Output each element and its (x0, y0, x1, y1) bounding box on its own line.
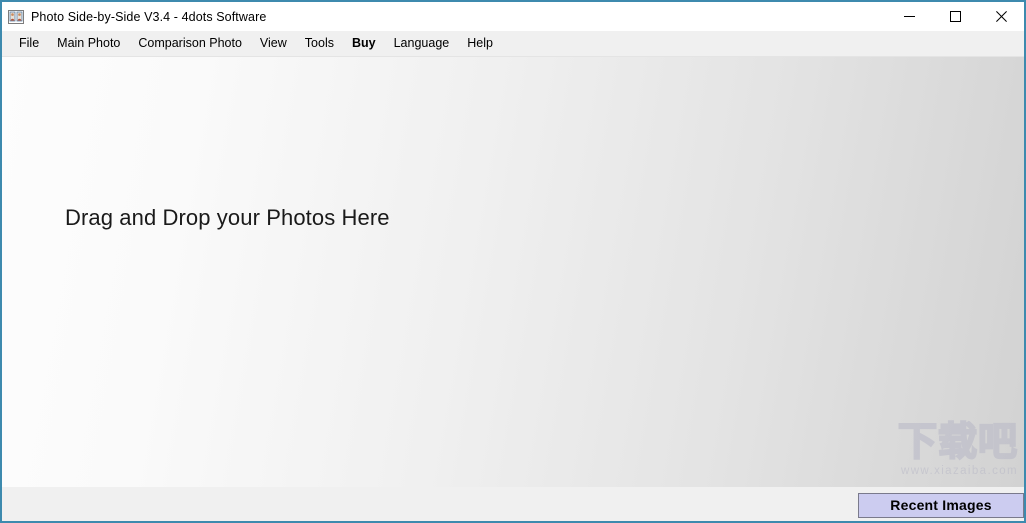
site-watermark: 下载吧 www.xiazaiba.com (856, 420, 1020, 487)
watermark-url-text: www.xiazaiba.com (901, 465, 1018, 477)
photo-drop-area[interactable]: Drag and Drop your Photos Here 下载吧 www.x… (2, 57, 1024, 487)
close-icon (995, 11, 1007, 22)
menu-item-main-photo[interactable]: Main Photo (48, 34, 129, 54)
window-title: Photo Side-by-Side V3.4 - 4dots Software (31, 9, 267, 24)
menu-item-view[interactable]: View (251, 34, 296, 54)
menu-item-comparison-photo[interactable]: Comparison Photo (129, 34, 251, 54)
drop-instruction-text: Drag and Drop your Photos Here (65, 205, 390, 230)
menu-item-tools[interactable]: Tools (296, 34, 343, 54)
bottom-bar: Recent Images (2, 487, 1024, 521)
window-controls (886, 2, 1024, 31)
menu-item-file[interactable]: File (10, 34, 48, 54)
menu-item-help[interactable]: Help (458, 34, 502, 54)
menu-item-buy[interactable]: Buy (343, 34, 385, 54)
minimize-icon (903, 16, 915, 17)
application-window: Photo Side-by-Side V3.4 - 4dots Software (0, 0, 1026, 523)
menu-bar: File Main Photo Comparison Photo View To… (2, 31, 1024, 57)
maximize-icon (949, 11, 961, 22)
maximize-button[interactable] (932, 2, 978, 31)
watermark-logo-text: 下载吧 (897, 420, 1018, 466)
title-bar[interactable]: Photo Side-by-Side V3.4 - 4dots Software (2, 2, 1024, 31)
menu-item-language[interactable]: Language (385, 34, 459, 54)
minimize-button[interactable] (886, 2, 932, 31)
recent-images-button[interactable]: Recent Images (858, 493, 1024, 518)
photo-pair-icon (8, 9, 24, 24)
close-button[interactable] (978, 2, 1024, 31)
